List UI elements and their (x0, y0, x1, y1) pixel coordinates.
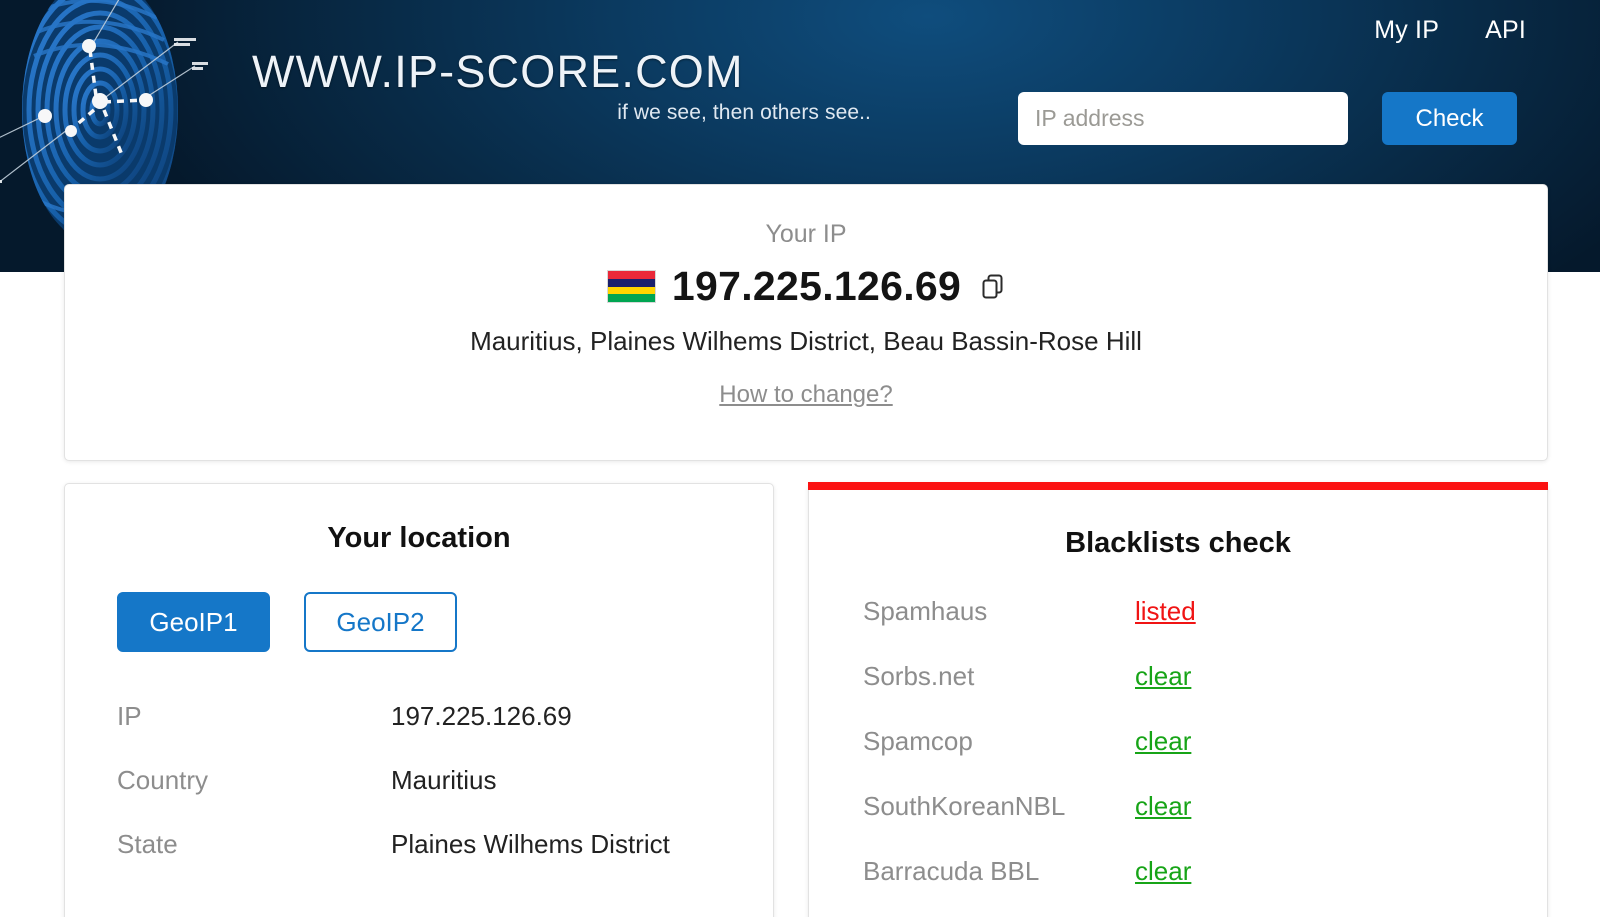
brand-block: WWW.IP-SCORE.COM if we see, then others … (252, 48, 872, 125)
your-location-title: Your location (327, 522, 511, 554)
blacklist-result-list: Spamhaus listed Sorbs.net clear Spamcop … (809, 596, 1547, 917)
ip-location-line: Mauritius, Plaines Wilhems District, Bea… (470, 326, 1142, 356)
blacklists-check-title: Blacklists check (1065, 527, 1291, 559)
your-ip-label: Your IP (765, 220, 847, 248)
panel-accent-bar (808, 482, 1548, 490)
row-label-country: Country (117, 765, 209, 795)
table-row: Spamcop clear (809, 726, 1547, 791)
table-row: Barracuda BBL clear (809, 856, 1547, 917)
table-row: IP 197.225.126.69 (65, 701, 773, 765)
row-value-ip: 197.225.126.69 (391, 701, 572, 731)
nav-api[interactable]: API (1485, 16, 1526, 45)
table-row: State Plaines Wilhems District (65, 829, 773, 893)
your-ip-card: Your IP 197.225.126.69 Mauritius, Plaine… (64, 184, 1548, 461)
blacklists-check-panel: Blacklists check Spamhaus listed Sorbs.n… (808, 482, 1548, 917)
blacklist-name-barracuda: Barracuda BBL (863, 856, 1040, 886)
blacklist-name-southkoreannbl: SouthKoreanNBL (863, 791, 1066, 821)
table-row: Country Mauritius (65, 765, 773, 829)
location-detail-list: IP 197.225.126.69 Country Mauritius Stat… (65, 701, 773, 893)
status-badge-barracuda[interactable]: clear (1135, 856, 1191, 887)
page-root: My IP API WWW.IP-SCORE.COM if we see, th… (0, 0, 1600, 917)
search-input[interactable] (1018, 92, 1348, 145)
table-row: Sorbs.net clear (809, 661, 1547, 726)
tab-geoip1[interactable]: GeoIP1 (117, 592, 270, 652)
site-title: WWW.IP-SCORE.COM (252, 46, 744, 97)
nav-my-ip[interactable]: My IP (1374, 16, 1439, 45)
blacklist-name-spamcop: Spamcop (863, 726, 973, 756)
ip-search-bar: Check (1018, 92, 1517, 145)
ip-address-value: 197.225.126.69 (671, 263, 962, 309)
your-location-panel: Your location GeoIP1 GeoIP2 IP 197.225.1… (64, 483, 774, 917)
table-row: Spamhaus listed (809, 596, 1547, 661)
copy-icon[interactable] (981, 273, 1005, 301)
tab-geoip2[interactable]: GeoIP2 (304, 592, 457, 652)
mauritius-flag-icon (606, 270, 656, 303)
row-value-country: Mauritius (391, 765, 497, 795)
geoip-tab-group: GeoIP1 GeoIP2 (117, 592, 773, 652)
status-badge-spamcop[interactable]: clear (1135, 726, 1191, 757)
row-value-state: Plaines Wilhems District (391, 829, 670, 859)
row-label-state: State (117, 829, 178, 859)
header-nav: My IP API (1374, 16, 1526, 45)
check-button[interactable]: Check (1382, 92, 1517, 145)
site-tagline: if we see, then others see.. (617, 101, 871, 125)
blacklist-name-sorbs: Sorbs.net (863, 661, 975, 691)
how-to-change-link[interactable]: How to change? (719, 381, 892, 409)
status-badge-sorbs[interactable]: clear (1135, 661, 1191, 692)
blacklist-name-spamhaus: Spamhaus (863, 596, 988, 626)
ip-display-row: 197.225.126.69 (65, 263, 1547, 310)
row-label-ip: IP (117, 701, 142, 731)
status-badge-spamhaus[interactable]: listed (1135, 596, 1196, 627)
table-row: SouthKoreanNBL clear (809, 791, 1547, 856)
status-badge-southkoreannbl[interactable]: clear (1135, 791, 1191, 822)
